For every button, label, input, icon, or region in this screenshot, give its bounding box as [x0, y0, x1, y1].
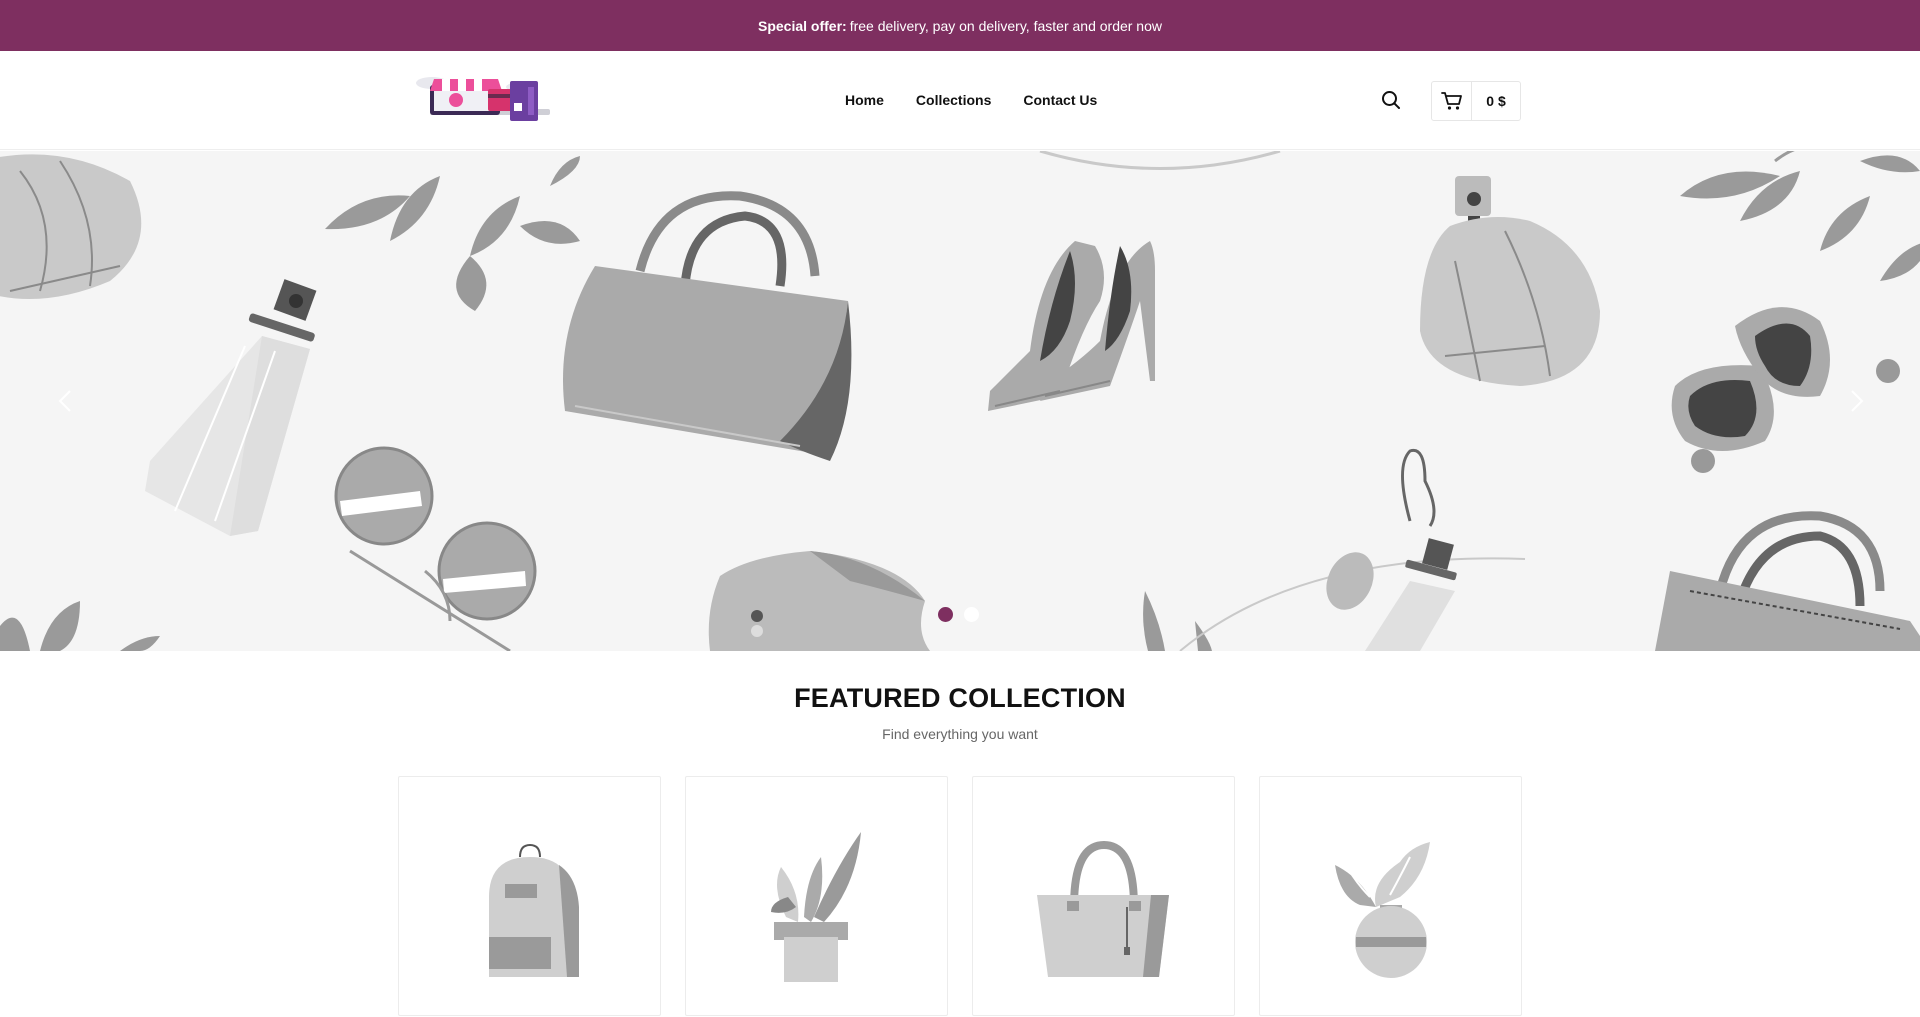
slider-dots	[938, 607, 979, 622]
announcement-bar: Special offer: free delivery, pay on del…	[0, 0, 1920, 51]
search-icon[interactable]	[1380, 89, 1402, 111]
featured-section: FEATURED COLLECTION Find everything you …	[0, 683, 1920, 742]
product-card[interactable]	[685, 776, 948, 1016]
product-card[interactable]	[1259, 776, 1522, 1016]
high-heels-illustration	[988, 241, 1155, 411]
round-sunglasses-illustration	[334, 446, 537, 651]
tall-perfume-illustration	[145, 279, 317, 536]
featured-title: FEATURED COLLECTION	[794, 683, 1126, 713]
nav-home[interactable]: Home	[845, 92, 884, 108]
main-nav: Home Collections Contact Us	[845, 92, 1129, 108]
offer-text: free delivery, pay on delivery, faster a…	[849, 17, 1162, 34]
nav-collections[interactable]: Collections	[916, 92, 991, 108]
round-perfume-illustration	[1420, 176, 1600, 386]
offer-label: Special offer:	[757, 17, 847, 34]
leaves-illustration	[325, 156, 580, 311]
product-grid	[398, 776, 1522, 1016]
nav-contact-us[interactable]: Contact Us	[1023, 92, 1097, 108]
cart-icon	[1432, 82, 1472, 120]
backpack-icon	[489, 843, 579, 977]
hero-illustration	[0, 151, 1920, 651]
site-header: Home Collections Contact Us 0 $	[0, 51, 1920, 150]
perfume-bottle-illustration	[0, 154, 142, 299]
slider-dot-2[interactable]	[964, 607, 979, 622]
shop-logo-icon[interactable]	[402, 69, 562, 131]
plant-pot-icon	[771, 832, 861, 982]
chevron-right-icon[interactable]	[1842, 383, 1872, 419]
vase-icon	[1335, 842, 1430, 978]
cart-button[interactable]: 0 $	[1431, 81, 1521, 121]
handbag-illustration	[563, 191, 852, 461]
cart-total: 0 $	[1486, 93, 1506, 109]
tote-bag-icon	[1037, 840, 1169, 977]
product-card[interactable]	[972, 776, 1235, 1016]
slider-dot-1[interactable]	[938, 607, 953, 622]
featured-subtitle: Find everything you want	[882, 726, 1038, 742]
product-card[interactable]	[398, 776, 661, 1016]
chevron-left-icon[interactable]	[50, 383, 80, 419]
hero-slider	[0, 151, 1920, 651]
